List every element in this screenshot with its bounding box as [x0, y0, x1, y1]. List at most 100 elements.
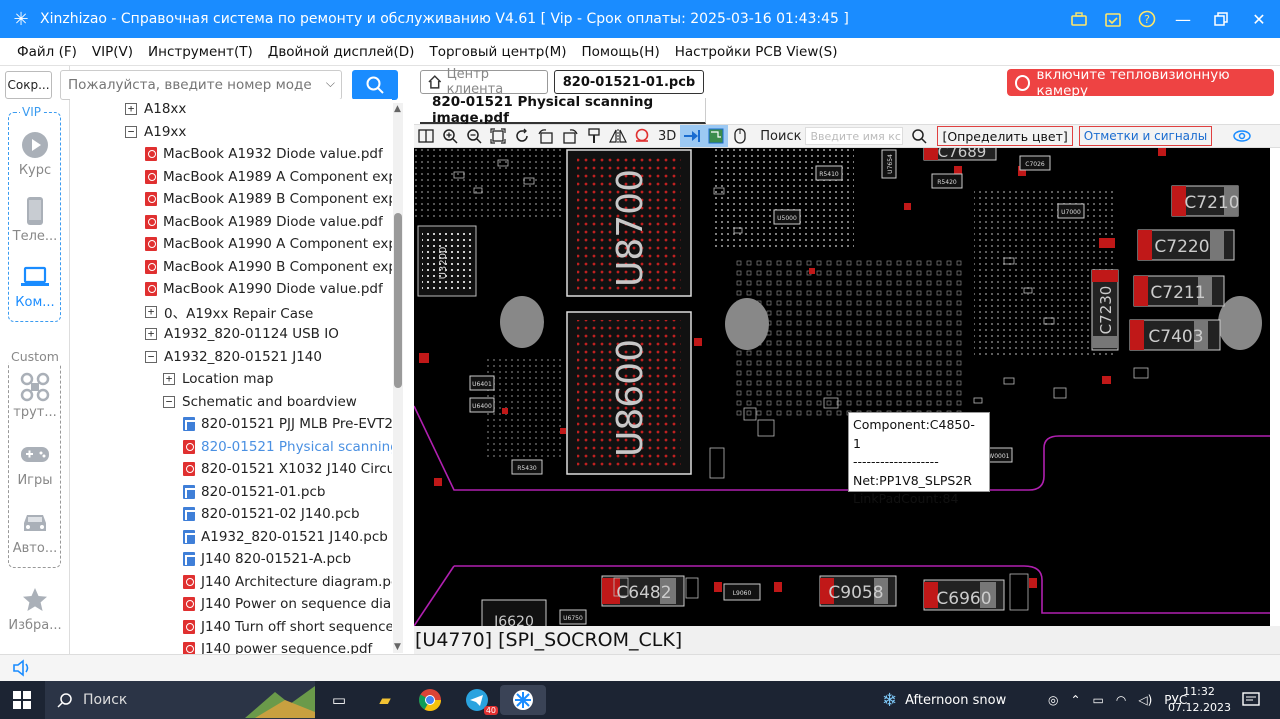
restore-icon[interactable] [1210, 10, 1232, 28]
tree-file-item[interactable]: J140 820-01521-A.pcb [183, 548, 351, 570]
tree-file-item[interactable]: 820-01521-02 J140.pcb [183, 503, 360, 525]
tree-file-item[interactable]: J140 Power on sequence diagr [183, 593, 392, 615]
dual-panel-icon[interactable] [414, 125, 438, 147]
telegram-icon[interactable]: 40 [462, 685, 498, 715]
battery-icon[interactable]: ▭ [1093, 693, 1104, 707]
tree-file-item[interactable]: MacBook A1990 Diode value.pdf [145, 278, 383, 300]
zoom-in-icon[interactable] [438, 125, 462, 147]
tree-file-item[interactable]: MacBook A1989 B Component expla [145, 188, 392, 210]
zoom-out-icon[interactable] [462, 125, 486, 147]
search-mode-select[interactable]: Сокр... [5, 71, 52, 99]
tab-pdf-document[interactable]: 820-01521 Physical scanning image.pdf [420, 94, 706, 126]
wifi-icon[interactable]: ◠ [1116, 693, 1126, 707]
board-layer-icon[interactable] [704, 125, 729, 147]
flip-left-icon[interactable] [534, 125, 558, 147]
mouse-icon[interactable] [728, 125, 752, 147]
chrome-icon[interactable] [415, 685, 445, 715]
menu-help[interactable]: Помощь(H) [582, 44, 660, 60]
collapse-icon[interactable]: − [145, 350, 157, 363]
menu-dual-display[interactable]: Двойной дисплей(D) [268, 44, 415, 60]
capacitor-c7211[interactable]: C7211 [1133, 275, 1225, 307]
taskbar-weather[interactable]: ❄ Afternoon snow [882, 681, 1006, 719]
tree-folder-item[interactable]: − A1932_820-01521 J140 [145, 346, 322, 368]
menu-pcb-settings[interactable]: Настройки PCB View(S) [675, 44, 838, 60]
customer-center-button[interactable]: Центр клиента [420, 67, 548, 97]
sidebar-item-computers[interactable]: Ком... [5, 262, 65, 310]
help-icon[interactable]: ? [1138, 10, 1156, 28]
menu-shop[interactable]: Торговый центр(M) [429, 44, 566, 60]
tree-folder-item[interactable]: + A1932_820-01124 USB IO [145, 323, 339, 345]
windows-start-icon[interactable] [13, 691, 31, 709]
fit-screen-icon[interactable] [486, 125, 510, 147]
connector-j6620[interactable]: J6620 [481, 599, 547, 626]
menu-file[interactable]: Файл (F) [17, 44, 77, 60]
capacitor-c7230[interactable]: C7230 [1091, 269, 1119, 351]
capacitor-c7210[interactable]: C7210 [1171, 185, 1240, 217]
collapse-icon[interactable]: − [163, 395, 175, 408]
tree-file-item[interactable]: MacBook A1990 B Component expla [145, 256, 392, 278]
menu-vip[interactable]: VIP(V) [92, 44, 133, 60]
tree-file-item[interactable]: MacBook A1989 A Component expla [145, 166, 392, 188]
component-search-input[interactable]: Введите имя кс [805, 127, 904, 145]
speaker-icon[interactable] [12, 658, 34, 678]
chip-u8600[interactable]: U8600 [566, 311, 692, 475]
mirror-icon[interactable] [606, 125, 630, 147]
expand-icon[interactable]: + [145, 328, 157, 340]
chevron-down-icon[interactable]: ⌵ [326, 76, 335, 91]
tree-folder-item[interactable]: +0、A19xx Repair Case [145, 301, 313, 323]
pcb-board-svg[interactable]: U8700 U8600 U3200 C7210 C7220 C7211 C740… [414, 148, 1270, 626]
tree-scrollbar[interactable]: ▲ ▼ [393, 103, 403, 653]
expand-icon[interactable]: + [145, 305, 157, 318]
sidebar-item-drones[interactable]: трут... [5, 372, 65, 420]
sidebar-item-games[interactable]: Игры [5, 440, 65, 488]
thermal-camera-button[interactable]: включите тепловизионную камеру [1007, 67, 1274, 99]
tree-folder-item[interactable]: − Schematic and boardview [163, 391, 357, 413]
tree-file-item[interactable]: J140 Turn off short sequence.p [183, 616, 392, 638]
scroll-up-icon[interactable]: ▲ [394, 104, 401, 114]
tree-folder-item[interactable]: + A18xx [125, 99, 186, 120]
marks-signals-button[interactable]: Отметки и сигналы [1078, 126, 1213, 146]
scroll-thumb[interactable] [394, 213, 402, 388]
people-icon[interactable]: ◎ [1048, 693, 1058, 707]
capacitor-c9058[interactable]: C9058 [819, 575, 897, 607]
search-icon[interactable] [907, 125, 931, 147]
eye-icon[interactable] [1230, 125, 1254, 147]
volume-icon[interactable]: ◁) [1138, 693, 1152, 707]
file-explorer-icon[interactable]: ▰ [370, 685, 400, 715]
tree-file-item[interactable]: 820-01521 Physical scanning in [183, 436, 392, 458]
tree-file-item[interactable]: MacBook A1989 Diode value.pdf [145, 211, 383, 233]
sidebar-item-favorites[interactable]: Избра... [5, 585, 65, 633]
detect-color-button[interactable]: [Определить цвет] [937, 126, 1073, 146]
chip-u3200[interactable]: U3200 [417, 225, 477, 297]
tree-file-item[interactable]: 820-01521 PJJ MLB Pre-EVT2.p [183, 413, 392, 435]
expand-icon[interactable]: + [125, 103, 137, 115]
sidebar-item-phones[interactable]: Теле... [5, 196, 65, 244]
calendar-icon[interactable] [1104, 10, 1122, 28]
capacitor-c7689[interactable]: C7689 [923, 148, 997, 161]
tree-file-item[interactable]: 820-01521-01.pcb [183, 481, 326, 503]
model-search-input[interactable] [61, 71, 311, 99]
view-3d-button[interactable]: 3D [654, 129, 680, 144]
tree-file-item[interactable]: MacBook A1990 A Component expla [145, 233, 392, 255]
close-icon[interactable]: ✕ [1248, 10, 1270, 29]
collapse-icon[interactable]: − [125, 125, 137, 138]
capacitor-c6960[interactable]: C6960 [923, 579, 1005, 611]
tree-file-item[interactable]: J140 Architecture diagram.pdf [183, 571, 392, 593]
chevron-up-icon[interactable]: ⌃ [1070, 693, 1080, 707]
taskbar-clock[interactable]: 11:32 07.12.2023 [1168, 684, 1231, 716]
notification-icon[interactable] [1242, 692, 1260, 708]
brush-icon[interactable] [582, 125, 606, 147]
capacitor-c7403[interactable]: C7403 [1129, 319, 1221, 351]
menu-tools[interactable]: Инструмент(T) [148, 44, 253, 60]
expand-icon[interactable]: + [163, 373, 175, 385]
sidebar-item-course[interactable]: Курс [5, 130, 65, 178]
measure-icon[interactable] [680, 125, 705, 147]
tree-file-item[interactable]: 820-01521 X1032 J140 Circuit c [183, 458, 392, 480]
task-view-icon[interactable]: ▭ [324, 685, 354, 715]
tree-file-item[interactable]: MacBook A1932 Diode value.pdf [145, 143, 383, 165]
flip-right-icon[interactable] [558, 125, 582, 147]
thermal-view-icon[interactable] [630, 125, 654, 147]
briefcase-icon[interactable] [1070, 10, 1088, 28]
tree-folder-item[interactable]: − A19xx [125, 121, 186, 143]
capacitor-c7220[interactable]: C7220 [1137, 229, 1235, 261]
